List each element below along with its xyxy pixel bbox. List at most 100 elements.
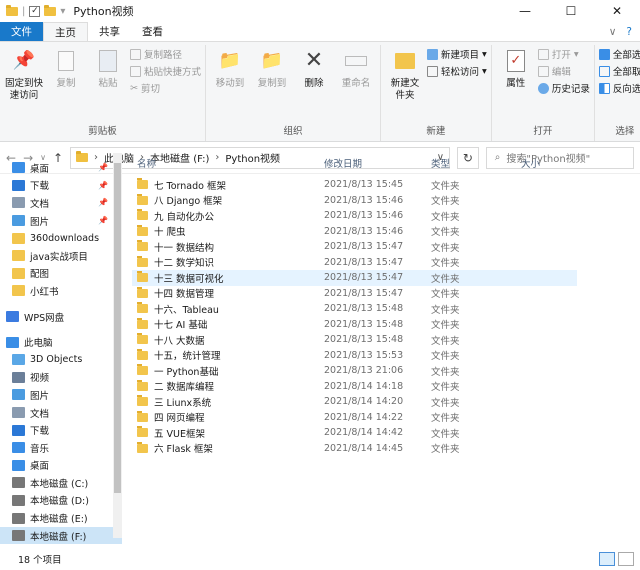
nav-scrollbar-thumb[interactable]	[114, 163, 121, 493]
copy-button[interactable]: 复制	[46, 45, 86, 123]
file-date: 2021/8/13 15:48	[324, 303, 404, 315]
nav-item[interactable]: 桌面 📌	[0, 159, 122, 177]
nav-item-icon	[12, 162, 25, 174]
edit-button[interactable]: 编辑	[537, 64, 590, 78]
customize-toolbar-icon[interactable]: ▾	[60, 6, 65, 17]
tab-view[interactable]: 查看	[131, 22, 174, 41]
easy-access-button[interactable]: 轻松访问 ▾	[427, 64, 487, 78]
file-row[interactable]: 十 爬虫 2021/8/13 15:46 文件夹	[132, 224, 577, 240]
properties-button[interactable]: ✓ 属性	[496, 45, 536, 123]
nav-item[interactable]: WPS网盘	[0, 308, 122, 326]
nav-item[interactable]: 本地磁盘 (C:)	[0, 474, 122, 492]
file-row[interactable]: 三 Liunx系统 2021/8/14 14:20 文件夹	[132, 394, 577, 410]
nav-item[interactable]: 配图	[0, 265, 122, 283]
delete-button[interactable]: ✕ 删除	[294, 45, 334, 123]
properties-icon[interactable]: ✓	[29, 5, 41, 17]
file-row[interactable]: 十三 数据可视化 2021/8/13 15:47 文件夹	[132, 270, 577, 286]
file-row[interactable]: 六 Flask 框架 2021/8/14 14:45 文件夹	[132, 441, 577, 457]
select-none-button[interactable]: 全部取消	[598, 64, 640, 78]
invert-selection-button[interactable]: 反向选择	[598, 81, 640, 95]
paste-button[interactable]: 粘贴	[88, 45, 128, 123]
nav-item[interactable]: 下载	[0, 421, 122, 439]
copy-path-button[interactable]: 复制路径	[130, 47, 201, 61]
file-row[interactable]: 一 Python基础 2021/8/13 21:06 文件夹	[132, 363, 577, 379]
nav-item[interactable]: 本地磁盘 (F:)	[0, 526, 122, 545]
file-row[interactable]: 二 数据库编程 2021/8/14 14:18 文件夹	[132, 379, 577, 395]
file-row[interactable]: 十一 数据结构 2021/8/13 15:47 文件夹	[132, 239, 577, 255]
file-date: 2021/8/13 15:45	[324, 179, 404, 191]
copy-to-button[interactable]: 📁 复制到	[252, 45, 292, 123]
file-row[interactable]: 十二 数学知识 2021/8/13 15:47 文件夹	[132, 255, 577, 271]
file-row[interactable]: 五 VUE框架 2021/8/14 14:42 文件夹	[132, 425, 577, 441]
nav-item[interactable]: 音乐	[0, 439, 122, 457]
nav-item[interactable]: 视频	[0, 369, 122, 387]
cut-button[interactable]: ✂ 剪切	[130, 81, 201, 96]
nav-item[interactable]: 下载 📌	[0, 177, 122, 195]
file-row[interactable]: 十四 数据管理 2021/8/13 15:47 文件夹	[132, 286, 577, 302]
pin-quick-access-button[interactable]: 📌 固定到快速访问	[4, 45, 44, 123]
nav-item-icon	[6, 336, 19, 348]
nav-item[interactable]: 文档	[0, 404, 122, 422]
nav-item[interactable]: 360downloads	[0, 229, 122, 247]
rename-button[interactable]: 重命名	[336, 45, 376, 123]
details-view-icon[interactable]	[599, 552, 615, 566]
nav-item[interactable]: 本地磁盘 (E:)	[0, 509, 122, 527]
new-item-button[interactable]: 新建项目 ▾	[427, 47, 487, 61]
nav-item-icon	[12, 267, 25, 279]
file-row[interactable]: 四 网页编程 2021/8/14 14:22 文件夹	[132, 410, 577, 426]
column-size[interactable]: 大小	[521, 156, 540, 170]
tab-file[interactable]: 文件	[0, 22, 43, 41]
group-label: 组织	[283, 126, 303, 137]
rename-icon	[343, 48, 369, 74]
pin-icon: 📌	[98, 163, 108, 173]
move-to-button[interactable]: 📁 移动到	[210, 45, 250, 123]
file-row[interactable]: 十七 AI 基础 2021/8/13 15:48 文件夹	[132, 317, 577, 333]
file-type: 文件夹	[431, 211, 460, 223]
folder-icon	[137, 178, 148, 190]
file-type: 文件夹	[431, 444, 460, 456]
minimize-button[interactable]: —	[502, 0, 548, 22]
window-title: Python视频	[73, 5, 134, 18]
paste-shortcut-button[interactable]: 粘贴快捷方式	[130, 64, 201, 78]
large-icons-view-icon[interactable]	[618, 552, 634, 566]
maximize-button[interactable]: ☐	[548, 0, 594, 22]
nav-item[interactable]: 小红书	[0, 282, 122, 300]
nav-item[interactable]: java实战项目	[0, 247, 122, 265]
column-date[interactable]: 修改日期	[324, 156, 431, 170]
select-all-button[interactable]: 全部选择	[598, 47, 640, 61]
collapse-ribbon-icon[interactable]: ∨	[609, 26, 617, 38]
file-rows: 七 Tornado 框架 2021/8/13 15:45 文件夹八 Django 框…	[122, 177, 640, 456]
folder-icon	[6, 4, 18, 16]
nav-item[interactable]: 本地磁盘 (D:)	[0, 492, 122, 510]
nav-scrollbar[interactable]	[113, 153, 122, 538]
group-organize: 📁 移动到 📁 复制到 ✕ 删除 重命名 组织	[206, 45, 382, 141]
help-icon[interactable]: ?	[626, 26, 632, 38]
tab-share[interactable]: 共享	[88, 22, 131, 41]
column-name[interactable]: 名称	[132, 156, 324, 170]
file-name: 十八 大数据	[154, 335, 205, 347]
folder-icon	[137, 224, 148, 236]
column-type[interactable]: 类型	[431, 156, 521, 170]
file-row[interactable]: 七 Tornado 框架 2021/8/13 15:45 文件夹	[132, 177, 577, 193]
nav-item[interactable]: 图片 📌	[0, 212, 122, 230]
nav-item[interactable]: 文档 📌	[0, 194, 122, 212]
open-button[interactable]: 打开 ▾	[537, 47, 590, 61]
new-folder-icon[interactable]	[44, 4, 57, 16]
group-select: 全部选择 全部取消 反向选择 选择	[595, 45, 640, 141]
nav-item[interactable]: 图片	[0, 386, 122, 404]
file-row[interactable]: 十五，统计管理 2021/8/13 15:53 文件夹	[132, 348, 577, 364]
file-row[interactable]: 十八 大数据 2021/8/13 15:48 文件夹	[132, 332, 577, 348]
history-button[interactable]: 历史记录	[537, 81, 590, 95]
tab-home[interactable]: 主页	[43, 22, 88, 41]
nav-item[interactable]: 3D Objects	[0, 351, 122, 369]
nav-item[interactable]: 桌面	[0, 457, 122, 475]
file-row[interactable]: 八 Django 框架 2021/8/13 15:46 文件夹	[132, 193, 577, 209]
file-date: 2021/8/13 15:48	[324, 318, 404, 330]
nav-item[interactable]: 此电脑	[0, 333, 122, 351]
folder-icon	[137, 240, 148, 252]
close-button[interactable]: ✕	[594, 0, 640, 22]
nav-item-icon	[12, 285, 25, 297]
new-folder-button[interactable]: 新建文件夹	[385, 45, 425, 123]
file-row[interactable]: 十六、Tableau 2021/8/13 15:48 文件夹	[132, 301, 577, 317]
file-row[interactable]: 九 自动化办公 2021/8/13 15:46 文件夹	[132, 208, 577, 224]
